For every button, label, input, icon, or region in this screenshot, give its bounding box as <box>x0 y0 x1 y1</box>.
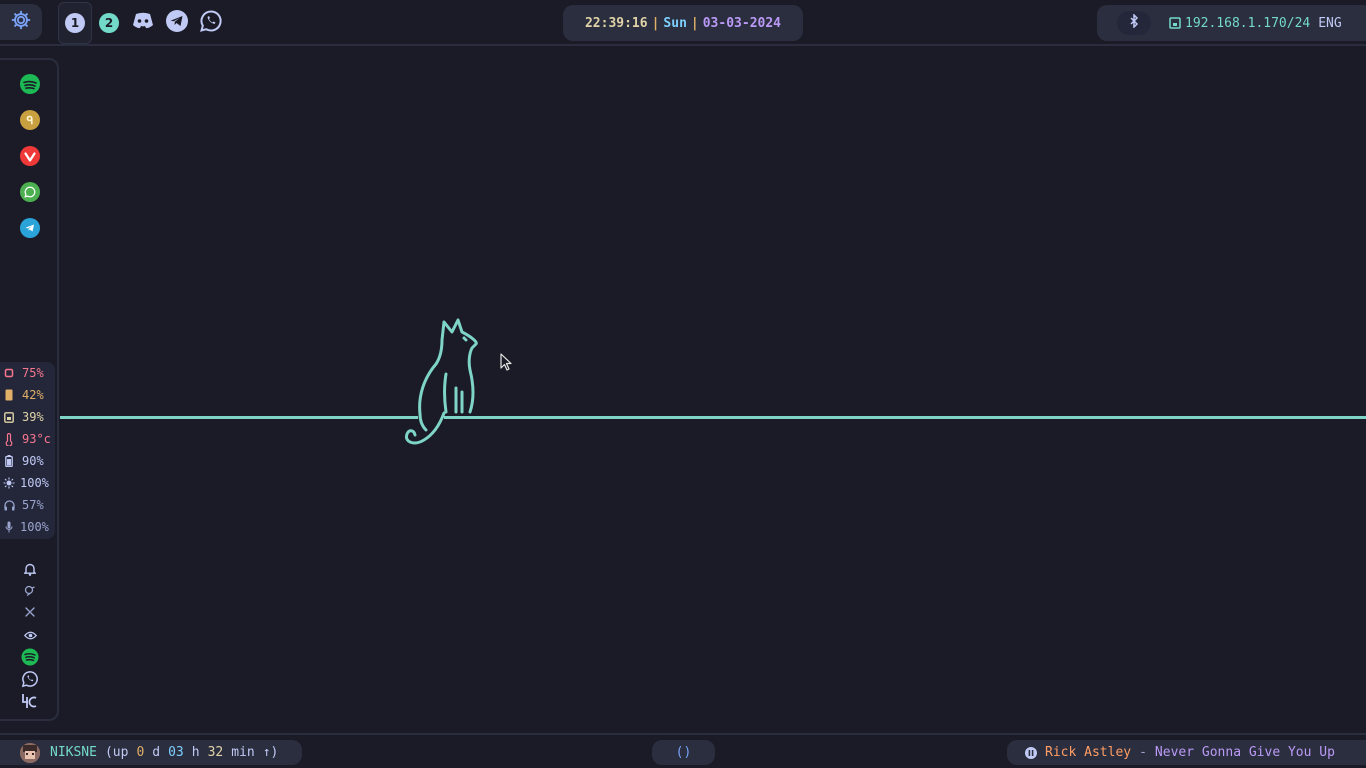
whatsapp-button[interactable] <box>194 2 228 44</box>
media-player-widget[interactable]: Rick Astley - Never Gonna Give You Up <box>1007 740 1366 765</box>
disk-value: 39% <box>22 410 44 424</box>
bluetooth-icon <box>1129 13 1139 32</box>
temperature-stat[interactable]: 93°c <box>0 428 55 450</box>
battery-icon <box>0 455 18 467</box>
spotify-tray-icon <box>21 648 39 670</box>
app-c-button[interactable]: ᑫ <box>20 110 40 130</box>
username: NIKSNE <box>50 745 97 760</box>
clock-separator: | <box>651 15 660 31</box>
bluetooth-button[interactable] <box>1117 11 1151 35</box>
ram-value: 42% <box>22 388 44 402</box>
workspace-1-button[interactable]: 1 <box>58 2 92 44</box>
whatsapp-app-button[interactable] <box>20 182 40 202</box>
ip-address[interactable]: 192.168.1.170/24 <box>1185 16 1310 31</box>
bottom-bar: NIKSNE (up 0 d 03 h 32 min ↑) () Rick As… <box>0 733 1366 768</box>
workspace-2-button[interactable]: 2 <box>92 2 126 44</box>
clock-separator: | <box>690 15 699 31</box>
vivaldi-app-button[interactable] <box>20 146 40 166</box>
clock-day: Sun <box>663 15 687 31</box>
pause-icon[interactable] <box>1025 746 1037 759</box>
avatar <box>20 742 40 763</box>
workspace-group: 1 2 <box>58 2 244 44</box>
battery-value: 90% <box>22 454 44 468</box>
track-title: Never Gonna Give You Up <box>1154 745 1335 760</box>
headphones-icon <box>0 499 18 511</box>
telegram-button[interactable] <box>160 2 194 44</box>
top-bar: 1 2 22:39:16 | Sun | 03-03-2024 192.168.… <box>0 0 1366 46</box>
center-widget[interactable]: () <box>652 740 715 765</box>
uptime-close: ↑) <box>262 745 279 760</box>
brightness-icon <box>0 477 18 489</box>
whatsapp-tray-icon <box>21 670 39 692</box>
disk-icon <box>0 411 18 423</box>
ram-icon <box>0 389 18 401</box>
mic-stat[interactable]: 100% <box>0 516 55 538</box>
brightness-stat[interactable]: 100% <box>0 472 55 494</box>
discord-icon <box>132 12 154 34</box>
clock-widget[interactable]: 22:39:16 | Sun | 03-03-2024 <box>563 5 803 41</box>
keyboard-layout[interactable]: ENG <box>1318 16 1341 31</box>
workspace-1-label: 1 <box>65 13 85 33</box>
ethernet-icon <box>1169 17 1181 29</box>
visibility-button[interactable] <box>20 625 40 643</box>
cpu-icon <box>0 368 18 378</box>
uptime-minutes: 32 <box>207 745 224 760</box>
ram-stat[interactable]: 42% <box>0 384 55 406</box>
discord-button[interactable] <box>126 2 160 44</box>
uptime-open: (up <box>104 745 129 760</box>
cpu-value: 75% <box>22 366 44 380</box>
telegram-app-button[interactable] <box>20 218 40 238</box>
app-c-tray-button[interactable] <box>20 694 40 712</box>
idle-icon <box>24 582 36 601</box>
workspace-2-label: 2 <box>99 13 119 33</box>
disk-stat[interactable]: 39% <box>0 406 55 428</box>
app-c-tray-icon <box>21 693 39 713</box>
mic-icon <box>0 521 18 533</box>
eye-icon <box>23 625 37 644</box>
system-stats-panel: 75% 42% 39% 93°c 90% 100% 57% 100% <box>0 362 55 539</box>
clock-time: 22:39:16 <box>584 15 648 31</box>
mouse-cursor <box>500 353 512 375</box>
notifications-button[interactable] <box>20 561 40 579</box>
temperature-value: 93°c <box>22 432 51 446</box>
left-sidebar: ᑫ 75% 42% 39% 93°c 90% 100% 57% 100% <box>0 58 59 721</box>
thermometer-icon <box>0 432 18 446</box>
gear-icon <box>10 9 32 35</box>
wallpaper-cat-illustration <box>404 318 478 445</box>
cpu-stat[interactable]: 75% <box>0 362 55 384</box>
spotify-tray-button[interactable] <box>20 648 40 670</box>
spotify-app-button[interactable] <box>20 74 40 94</box>
volume-stat[interactable]: 57% <box>0 494 55 516</box>
telegram-icon <box>24 219 36 238</box>
volume-value: 57% <box>22 498 44 512</box>
no-tools-icon <box>24 603 36 622</box>
track-artist: Rick Astley <box>1045 745 1132 760</box>
launcher-button[interactable] <box>0 4 42 40</box>
uptime-hours-unit: h <box>191 745 200 760</box>
whatsapp-icon <box>199 9 223 37</box>
whatsapp-icon <box>24 183 36 202</box>
idle-inhibit-button[interactable] <box>20 582 40 600</box>
uptime-minutes-unit: min <box>231 745 255 760</box>
vivaldi-icon <box>24 147 36 166</box>
uptime-days-unit: d <box>152 745 161 760</box>
whatsapp-tray-button[interactable] <box>20 670 40 692</box>
clock-date: 03-03-2024 <box>702 15 782 31</box>
network-widget: 192.168.1.170/24 ENG <box>1097 5 1366 41</box>
track-separator: - <box>1139 745 1147 760</box>
uptime-hours: 03 <box>168 745 184 760</box>
spotify-icon <box>23 75 37 94</box>
user-uptime-widget[interactable]: NIKSNE (up 0 d 03 h 32 min ↑) <box>0 740 302 765</box>
mic-value: 100% <box>20 520 49 534</box>
bell-icon <box>23 561 37 580</box>
app-c-icon: ᑫ <box>26 113 34 127</box>
center-widget-label: () <box>675 745 692 760</box>
tools-toggle-button[interactable] <box>20 603 40 621</box>
brightness-value: 100% <box>20 476 49 490</box>
telegram-icon <box>165 9 189 37</box>
wallpaper-horizon-line <box>60 416 1366 419</box>
battery-stat[interactable]: 90% <box>0 450 55 472</box>
uptime-days: 0 <box>136 745 145 760</box>
